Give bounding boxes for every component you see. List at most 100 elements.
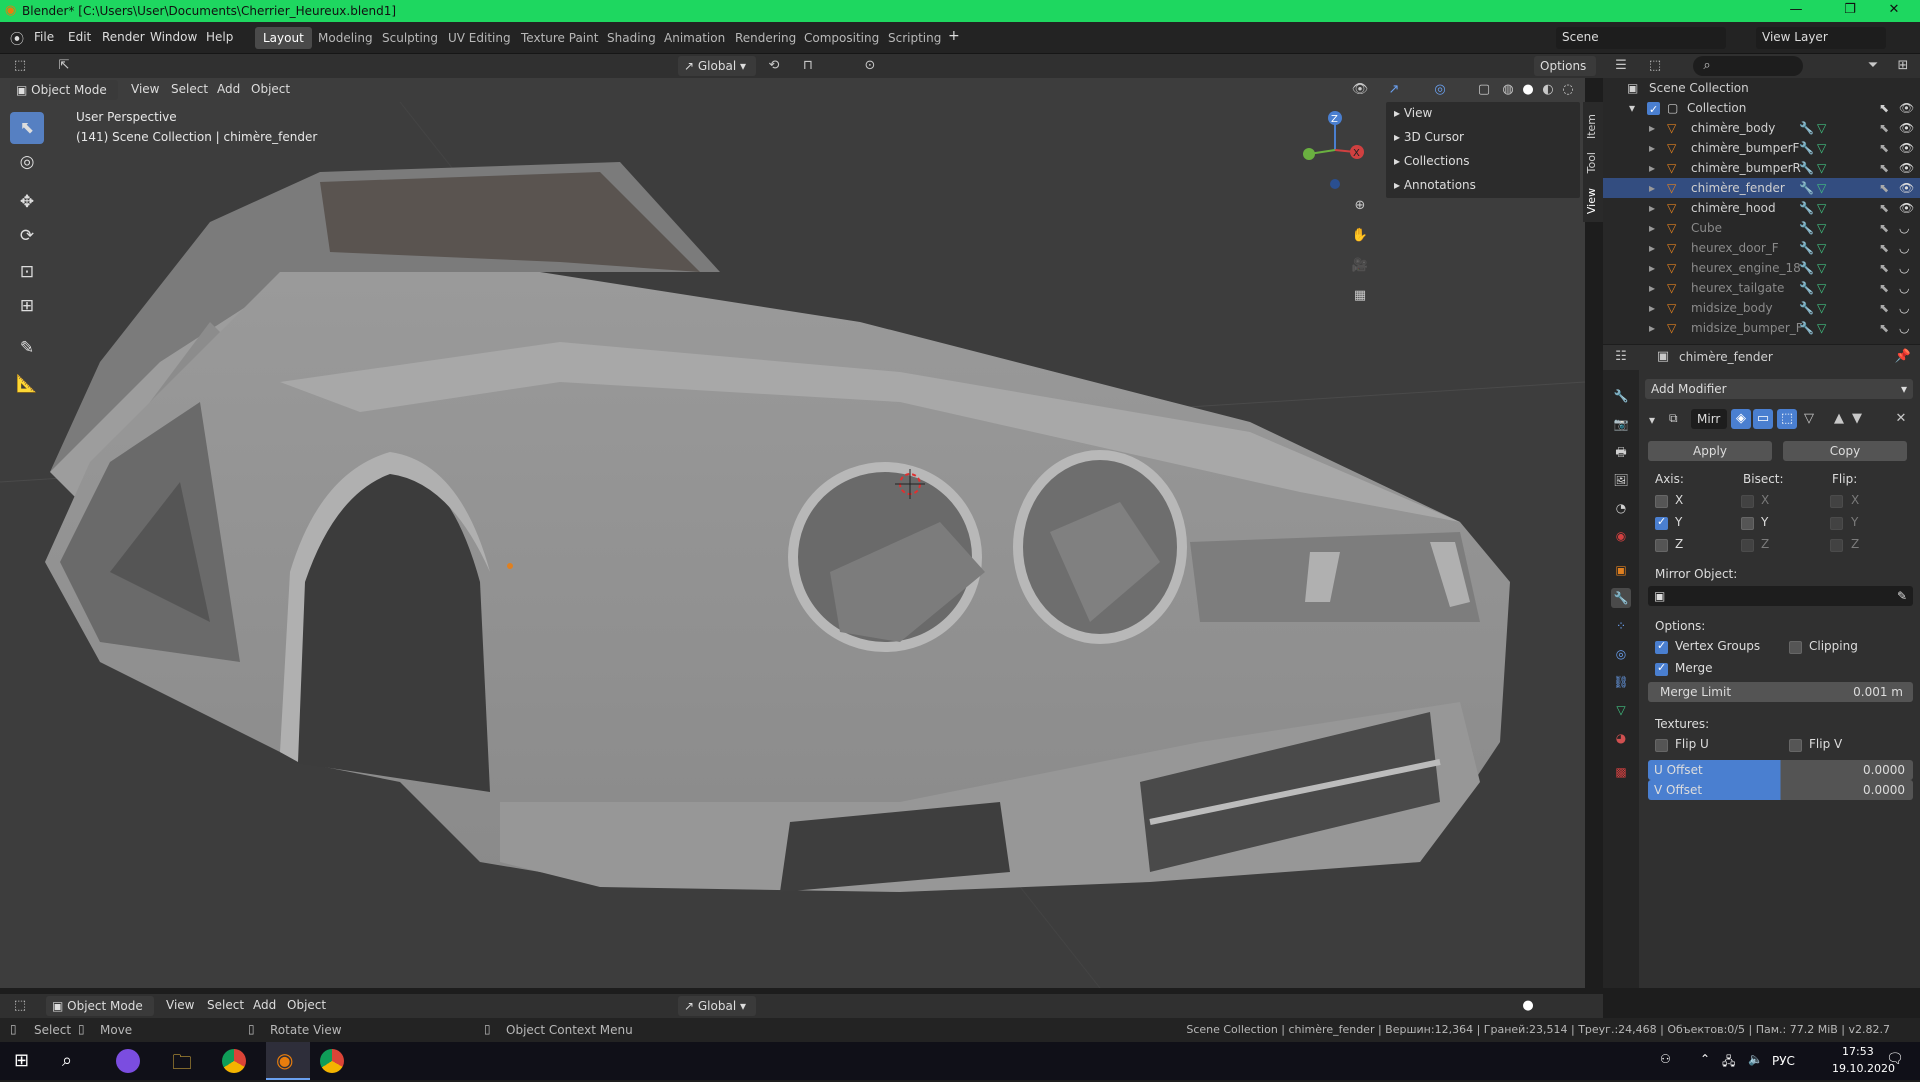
bottom-menu-object[interactable]: Object xyxy=(287,998,326,1012)
apply-button[interactable]: Apply xyxy=(1648,441,1772,461)
expand-icon[interactable]: ▸ xyxy=(1649,218,1655,238)
visibility-eye-icon[interactable]: 👁 xyxy=(1899,158,1914,178)
bisect-x-checkbox[interactable] xyxy=(1741,495,1754,508)
taskbar-search-icon[interactable]: ⌕ xyxy=(62,1050,72,1071)
expand-icon[interactable]: ▸ xyxy=(1649,158,1655,178)
scene-tab-icon[interactable]: ◔ xyxy=(1611,498,1631,518)
viewport-menu-view[interactable]: View xyxy=(131,82,159,96)
outliner-item[interactable]: ▸ ▽ heurex_engine_18 🔧 ▽ ⬉ ◡ xyxy=(1603,258,1920,278)
app-purple-icon[interactable] xyxy=(116,1049,140,1073)
tab-shading[interactable]: Shading xyxy=(599,27,664,49)
wireframe-shading-icon[interactable]: ◍ xyxy=(1498,80,1518,100)
pan-hand-icon[interactable]: ✋ xyxy=(1350,226,1370,246)
outliner-item[interactable]: ▸ ▽ chimère_bumperR 🔧 ▽ ⬉ 👁 xyxy=(1603,158,1920,178)
expand-icon[interactable]: ▸ xyxy=(1649,178,1655,198)
clock-time[interactable]: 17:53 xyxy=(1842,1045,1874,1058)
hidden-icon[interactable]: ◡ xyxy=(1899,318,1909,338)
chrome-profile-icon[interactable] xyxy=(320,1049,344,1073)
viewport-menu-add[interactable]: Add xyxy=(217,82,240,96)
bottom-mode-dropdown[interactable]: ▣ Object Mode ▾ xyxy=(46,996,154,1033)
view-layer-selector[interactable]: View Layer xyxy=(1756,27,1886,49)
select-toggle-icon[interactable]: ⬉ xyxy=(1879,158,1889,178)
select-toggle-icon[interactable]: ⬉ xyxy=(1879,258,1889,278)
menu-file[interactable]: File xyxy=(34,30,54,44)
xray-icon[interactable]: ▢ xyxy=(1474,80,1494,100)
bottom-menu-view[interactable]: View xyxy=(166,998,194,1012)
select-toggle-icon[interactable]: ⬉ xyxy=(1879,178,1889,198)
select-tool-icon[interactable]: ⇱ xyxy=(54,56,74,76)
snap-icon[interactable]: ⊓ xyxy=(798,56,818,76)
add-workspace-icon[interactable]: + xyxy=(948,28,960,44)
select-toggle-icon[interactable]: ⬉ xyxy=(1879,118,1889,138)
bottom-transform-dropdown[interactable]: ↗ Global ▾ xyxy=(678,996,756,1016)
object-tab-icon[interactable]: ▣ xyxy=(1611,560,1631,580)
v-offset-field[interactable]: V Offset 0.0000 xyxy=(1648,780,1913,800)
select-toggle-icon[interactable]: ⬉ xyxy=(1879,198,1889,218)
render-toggle-icon[interactable]: ▽ xyxy=(1799,409,1819,429)
bottom-menu-select[interactable]: Select xyxy=(207,998,244,1012)
select-toggle-icon[interactable]: ⬉ xyxy=(1879,218,1889,238)
move-up-icon[interactable]: ▲ xyxy=(1829,409,1849,429)
select-toggle-icon[interactable]: ⬉ xyxy=(1879,238,1889,258)
hidden-icon[interactable]: ◡ xyxy=(1899,238,1909,258)
tool-tab-icon[interactable]: 🔧 xyxy=(1611,386,1631,406)
texture-tab-icon[interactable]: ▩ xyxy=(1611,762,1631,782)
outliner-item[interactable]: ▸ ▽ chimère_body 🔧 ▽ ⬉ 👁 xyxy=(1603,118,1920,138)
material-tab-icon[interactable]: ◕ xyxy=(1611,728,1631,748)
menu-help[interactable]: Help xyxy=(206,30,233,44)
expand-icon[interactable]: ▸ xyxy=(1649,198,1655,218)
tab-modeling[interactable]: Modeling xyxy=(310,27,381,49)
view-layer-tab-icon[interactable]: 🖼 xyxy=(1611,470,1631,490)
bottom-menu-add[interactable]: Add xyxy=(253,998,276,1012)
proportional-edit-icon[interactable]: ⊙ xyxy=(860,56,880,76)
navigation-gizmo[interactable]: Z X xyxy=(1295,102,1375,192)
visibility-eye-icon[interactable]: 👁 xyxy=(1899,198,1914,218)
blender-menu-icon[interactable]: ⦿ xyxy=(10,29,24,49)
tab-scripting[interactable]: Scripting xyxy=(880,27,949,49)
viewport-menu-object[interactable]: Object xyxy=(251,82,290,96)
minimize-icon[interactable]: — xyxy=(1776,2,1816,17)
solid-shading-icon[interactable]: ● xyxy=(1518,80,1538,100)
mirror-object-field[interactable]: ▣ ✎ xyxy=(1648,586,1913,606)
hidden-icon[interactable]: ◡ xyxy=(1899,258,1909,278)
visibility-eye-icon[interactable]: 👁 xyxy=(1899,118,1914,138)
transform-orientation-dropdown[interactable]: ↗ Global ▾ xyxy=(678,56,756,76)
move-tool[interactable]: ✥ xyxy=(10,186,44,218)
outliner-scene-collection[interactable]: ▣ Scene Collection xyxy=(1603,78,1920,98)
scale-tool[interactable]: ⊡ xyxy=(10,256,44,288)
expand-icon[interactable]: ▸ xyxy=(1649,258,1655,278)
hidden-icon[interactable]: ◡ xyxy=(1899,298,1909,318)
tab-texture-paint[interactable]: Texture Paint xyxy=(513,27,606,49)
outliner-item[interactable]: ▸ ▽ Cube 🔧 ▽ ⬉ ◡ xyxy=(1603,218,1920,238)
measure-tool[interactable]: 📐 xyxy=(10,368,44,400)
people-icon[interactable]: ⚇ xyxy=(1660,1052,1671,1066)
modifier-name-field[interactable]: Mirr xyxy=(1691,409,1727,429)
expand-icon[interactable]: ▸ xyxy=(1649,298,1655,318)
outliner-editor-icon[interactable]: ☰ xyxy=(1611,56,1631,76)
blender-task-icon[interactable]: ◉ xyxy=(266,1042,310,1080)
cage-toggle-icon[interactable]: ⬚ xyxy=(1777,409,1797,429)
tab-layout[interactable]: Layout xyxy=(255,27,312,49)
collection-expand-icon[interactable]: ▾ xyxy=(1629,98,1635,118)
tab-tool[interactable]: Tool xyxy=(1585,152,1598,173)
modifier-tab-icon[interactable]: 🔧 xyxy=(1611,588,1631,608)
tab-rendering[interactable]: Rendering xyxy=(727,27,804,49)
move-down-icon[interactable]: ▼ xyxy=(1847,409,1867,429)
volume-icon[interactable]: 🔈 xyxy=(1748,1052,1763,1066)
outliner-item[interactable]: ▸ ▽ chimère_fender 🔧 ▽ ⬉ 👁 xyxy=(1603,178,1920,198)
collection-checkbox[interactable] xyxy=(1647,100,1660,120)
rendered-shading-icon[interactable]: ◌ xyxy=(1558,80,1578,100)
outliner-collection[interactable]: ▾ ▢ Collection ⬉ 👁 xyxy=(1603,98,1920,120)
modifier-collapse-icon[interactable]: ▾ xyxy=(1649,413,1655,427)
cursor-tool[interactable]: ◎ xyxy=(10,146,44,178)
bottom-solid-shading-icon[interactable]: ● xyxy=(1518,996,1538,1016)
merge-limit-field[interactable]: Merge Limit 0.001 m xyxy=(1648,682,1913,702)
tab-view[interactable]: View xyxy=(1585,188,1598,214)
particles-tab-icon[interactable]: ⁘ xyxy=(1611,616,1631,636)
new-collection-icon[interactable]: ⊞ xyxy=(1893,56,1913,76)
language-indicator[interactable]: РУС xyxy=(1772,1054,1795,1068)
pivot-icon[interactable]: ⟲ xyxy=(764,56,784,76)
u-offset-field[interactable]: U Offset 0.0000 xyxy=(1648,760,1913,780)
annotate-tool[interactable]: ✎ xyxy=(10,332,44,364)
npanel-annotations[interactable]: ▸ Annotations xyxy=(1394,178,1476,192)
